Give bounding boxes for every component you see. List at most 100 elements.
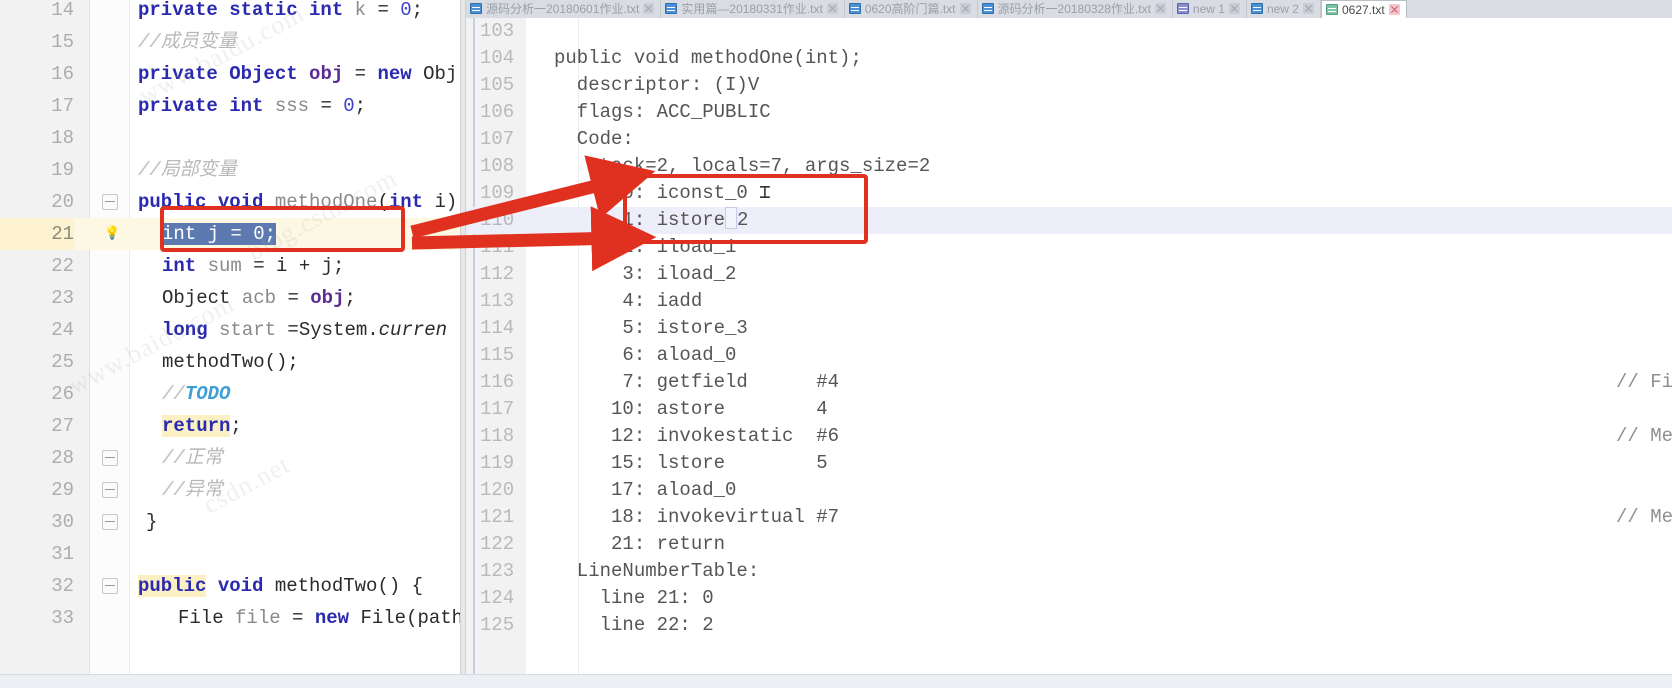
bytecode-line-text: Code: — [554, 128, 634, 150]
bytecode-line-103[interactable]: 103 — [466, 18, 1672, 45]
editor-tab[interactable]: 源码分析一20180601作业.txt — [466, 0, 662, 18]
bytecode-line-124[interactable]: 124 line 21: 0 — [466, 585, 1672, 612]
bytecode-line-119[interactable]: 119 15: lstore 5 — [466, 450, 1672, 477]
editor-tab[interactable]: 实用篇—20180331作业.txt — [661, 0, 845, 18]
editor-line-18[interactable]: 18 — [0, 122, 460, 154]
editor-line-33[interactable]: 33 File file = new File(path — [0, 602, 460, 634]
editor-tab[interactable]: new 1 — [1172, 0, 1247, 18]
text-file-icon — [1176, 3, 1189, 14]
editor-line-25[interactable]: 25 methodTwo(); — [0, 346, 460, 378]
editor-line-28[interactable]: 28 //正常 — [0, 442, 460, 474]
bytecode-line-107[interactable]: 107 Code: — [466, 126, 1672, 153]
bytecode-line-110[interactable]: 110 1: istore 2 — [466, 207, 1672, 234]
bytecode-line-text: 15: lstore 5 — [554, 452, 828, 474]
bytecode-line-105[interactable]: 105 descriptor: (I)V — [466, 72, 1672, 99]
code-fold-toggle-icon[interactable] — [102, 194, 118, 210]
editor-tab-label: 源码分析一20180328作业.txt — [997, 2, 1151, 16]
editor-line-text: private int sss = 0; — [138, 95, 367, 117]
text-file-icon — [848, 3, 861, 14]
editor-tab[interactable]: new 2 — [1246, 0, 1321, 18]
bytecode-line-number: 121 — [480, 506, 515, 528]
close-icon[interactable] — [1154, 3, 1166, 14]
editor-line-23[interactable]: 23 Object acb = obj; — [0, 282, 460, 314]
bytecode-line-109[interactable]: 109 0: iconst_0 ⌶ — [466, 180, 1672, 207]
close-icon[interactable] — [1302, 3, 1314, 14]
editor-line-22[interactable]: 22 int sum = i + j; — [0, 250, 460, 282]
bytecode-line-113[interactable]: 113 4: iadd — [466, 288, 1672, 315]
bytecode-line-111[interactable]: 111 2: iload_1 — [466, 234, 1672, 261]
code-fold-toggle-icon[interactable] — [102, 514, 118, 530]
editor-line-text: //TODO — [162, 383, 231, 405]
editor-tab-strip[interactable]: 源码分析一20180601作业.txt 实用篇—20180331作业.txt 062… — [466, 0, 1672, 18]
editor-line-text: private static int k = 0; — [138, 0, 424, 21]
bytecode-line-number: 120 — [480, 479, 515, 501]
bytecode-line-112[interactable]: 112 3: iload_2 — [466, 261, 1672, 288]
editor-line-number: 32 — [51, 575, 74, 597]
bytecode-line-114[interactable]: 114 5: istore_3 — [466, 315, 1672, 342]
bytecode-line-108[interactable]: 108 stack=2, locals=7, args_size=2 — [466, 153, 1672, 180]
editor-line-text: Object acb = obj; — [162, 287, 356, 309]
bytecode-line-106[interactable]: 106 flags: ACC_PUBLIC — [466, 99, 1672, 126]
editor-line-26[interactable]: 26 //TODO — [0, 378, 460, 410]
editor-tab-label: new 1 — [1192, 2, 1225, 16]
editor-line-text: private Object obj = new Obj — [138, 63, 458, 85]
editor-line-14[interactable]: 14 private static int k = 0; — [0, 0, 460, 26]
bytecode-line-122[interactable]: 122 21: return — [466, 531, 1672, 558]
editor-line-30[interactable]: 30} — [0, 506, 460, 538]
bytecode-line-text: descriptor: (I)V — [554, 74, 760, 96]
editor-line-21[interactable]: 21 💡 int j = 0; — [0, 218, 460, 250]
bytecode-line-117[interactable]: 117 10: astore 4 — [466, 396, 1672, 423]
close-icon[interactable] — [643, 3, 655, 14]
bytecode-line-104[interactable]: 104 public void methodOne(int); — [466, 45, 1672, 72]
editor-line-20[interactable]: 20 public void methodOne(int i) — [0, 186, 460, 218]
editor-line-number: 21 — [0, 218, 74, 250]
editor-tab-active[interactable]: 0627.txt — [1320, 0, 1407, 18]
close-icon[interactable] — [1388, 4, 1400, 15]
bytecode-line-number: 125 — [480, 614, 515, 636]
bytecode-line-116[interactable]: 116 7: getfield #4 // Field obj:Ljava/lan… — [466, 369, 1672, 396]
editor-line-17[interactable]: 17 private int sss = 0; — [0, 90, 460, 122]
editor-line-19[interactable]: 19 //局部变量 — [0, 154, 460, 186]
bytecode-line-text: 17: aload_0 — [554, 479, 737, 501]
text-file-icon — [665, 3, 678, 14]
editor-line-24[interactable]: 24 long start =System.curren — [0, 314, 460, 346]
editor-line-15[interactable]: 15 //成员变量 — [0, 26, 460, 58]
editor-tab[interactable]: 源码分析一20180328作业.txt — [977, 0, 1173, 18]
bytecode-line-number: 116 — [480, 371, 515, 393]
editor-tab-label: 实用篇—20180331作业.txt — [681, 2, 823, 16]
bytecode-line-text: 7: getfield #4 — [554, 371, 840, 393]
bytecode-line-125[interactable]: 125 line 22: 2 — [466, 612, 1672, 639]
editor-line-29[interactable]: 29 //异常 — [0, 474, 460, 506]
code-fold-toggle-icon[interactable] — [102, 578, 118, 594]
editor-tab-label: 源码分析一20180601作业.txt — [486, 2, 640, 16]
bytecode-line-115[interactable]: 115 6: aload_0 — [466, 342, 1672, 369]
editor-line-31[interactable]: 31 — [0, 538, 460, 570]
bytecode-line-text: 12: invokestatic #6 — [554, 425, 840, 447]
editor-line-32[interactable]: 32 public void methodTwo() { — [0, 570, 460, 602]
bytecode-line-120[interactable]: 120 17: aload_0 — [466, 477, 1672, 504]
close-icon[interactable] — [959, 3, 971, 14]
bytecode-line-text: 0: iconst_0 ⌶ — [554, 182, 771, 204]
bytecode-line-121[interactable]: 121 18: invokevirtual #7 // Method method… — [466, 504, 1672, 531]
editor-tab[interactable]: 0620高阶门篇.txt — [844, 0, 978, 18]
close-icon[interactable] — [826, 3, 838, 14]
bytecode-line-123[interactable]: 123 LineNumberTable: — [466, 558, 1672, 585]
editor-line-27[interactable]: 27 return; — [0, 410, 460, 442]
code-fold-toggle-icon[interactable] — [102, 450, 118, 466]
editor-line-number: 18 — [51, 127, 74, 149]
intention-lightbulb-icon[interactable]: 💡 — [104, 226, 120, 242]
bytecode-line-number: 113 — [480, 290, 515, 312]
close-icon[interactable] — [1228, 3, 1240, 14]
editor-line-16[interactable]: 16 private Object obj = new Obj — [0, 58, 460, 90]
bytecode-line-number: 106 — [480, 101, 515, 123]
bytecode-line-text: 21: return — [554, 533, 726, 555]
bytecode-line-text: 6: aload_0 — [554, 344, 737, 366]
bytecode-line-number: 110 — [480, 209, 515, 231]
bytecode-viewer-pane[interactable]: 源码分析一20180601作业.txt 实用篇—20180331作业.txt 062… — [466, 0, 1672, 688]
editor-line-text: int j = 0; — [162, 223, 277, 245]
editor-line-number: 30 — [51, 511, 74, 533]
java-source-editor-pane[interactable]: 14 private static int k = 0; 15 //成员变量 16 pri… — [0, 0, 460, 688]
code-fold-toggle-icon[interactable] — [102, 482, 118, 498]
bytecode-line-118[interactable]: 118 12: invokestatic #6 // Method java/la… — [466, 423, 1672, 450]
editor-line-number: 17 — [51, 95, 74, 117]
